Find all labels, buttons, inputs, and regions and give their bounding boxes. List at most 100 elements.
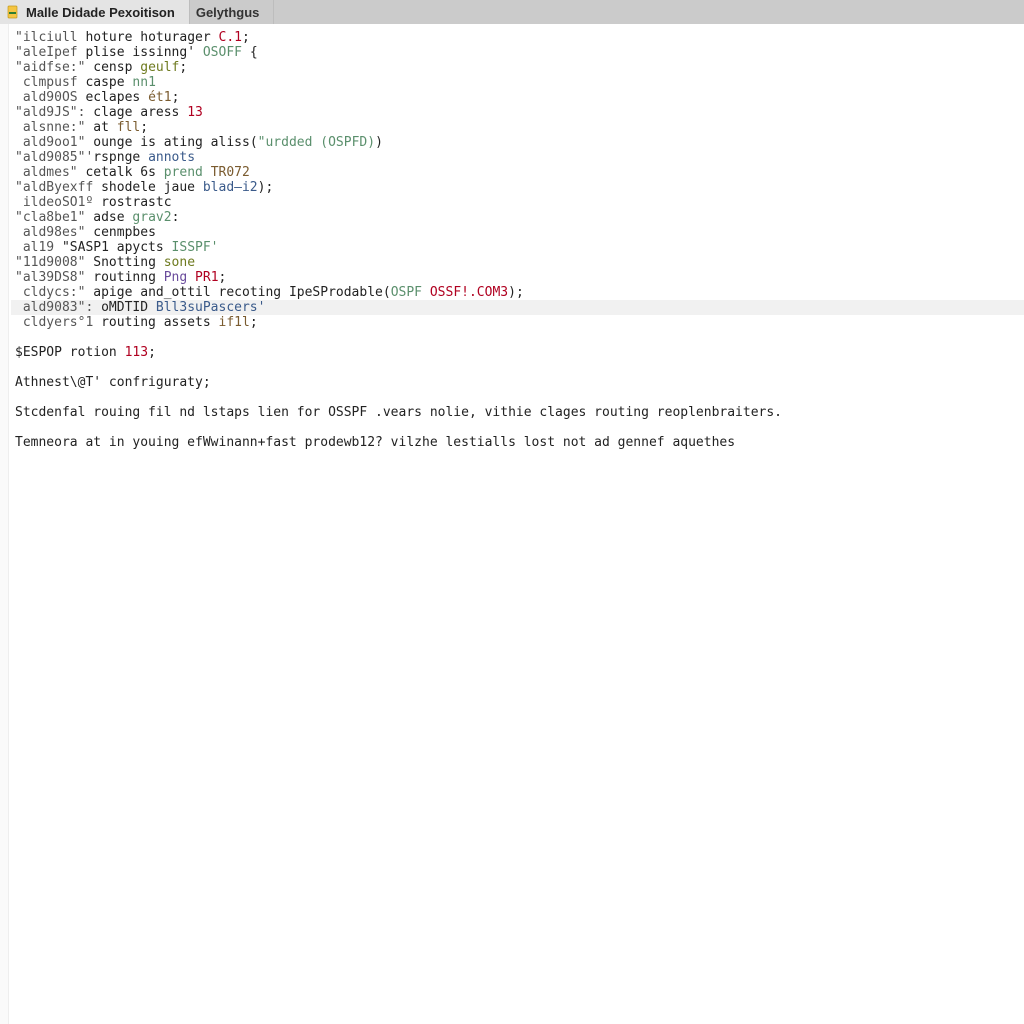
code-token: Athnest\@T' confriguraty; xyxy=(15,375,211,390)
code-token: OSPF xyxy=(391,285,430,300)
code-line-highlighted: ald9083": oMDTID Bll3suPascers' xyxy=(11,300,1024,315)
code-line: ildeoSO1º rostrastc xyxy=(11,195,1024,210)
editor-gutter xyxy=(0,24,9,1024)
code-line: "ilciull hoture hoturager C.1; xyxy=(11,30,1024,45)
code-token: ; xyxy=(219,270,227,285)
code-line: "cla8be1" adse grav2: xyxy=(11,210,1024,225)
code-token: ); xyxy=(258,180,274,195)
code-line: clmpusf caspe nn1 xyxy=(11,75,1024,90)
code-token: Snotting xyxy=(93,255,163,270)
code-token: { xyxy=(242,45,258,60)
code-token: Bll3suPascers' xyxy=(156,300,266,315)
code-token: "aleIpef xyxy=(15,45,85,60)
tab-inactive[interactable]: Gelythgus xyxy=(190,0,275,24)
code-token: cenmpbes xyxy=(93,225,156,240)
code-token: fll xyxy=(117,120,140,135)
code-token: 113 xyxy=(125,345,148,360)
code-token: shodele jaue xyxy=(101,180,203,195)
code-token: grav2 xyxy=(132,210,171,225)
code-text-area[interactable]: "ilciull hoture hoturager C.1;"aleIpef p… xyxy=(9,24,1024,1024)
code-token: ald9083": xyxy=(15,300,101,315)
code-token: cldyers°1 xyxy=(15,315,101,330)
code-token: ildeoSO1º xyxy=(15,195,101,210)
code-token: cetalk 6s xyxy=(85,165,163,180)
code-token: ISSPF' xyxy=(172,240,219,255)
code-token: nn1 xyxy=(132,75,155,90)
code-token: eclapes xyxy=(85,90,148,105)
tab-inactive-label: Gelythgus xyxy=(196,5,260,20)
code-token: C.1 xyxy=(219,30,242,45)
code-config-line: Athnest\@T' confriguraty; xyxy=(11,375,1024,390)
code-token: "ilciull xyxy=(15,30,85,45)
code-token: ald9oo1" xyxy=(15,135,93,150)
tab-active-label: Malle Didade Pexoitison xyxy=(26,5,175,20)
code-paragraph: Stcdenfal rouing fil nd lstaps lien for … xyxy=(11,405,1009,420)
code-token: adse xyxy=(93,210,132,225)
code-token: OSSF!.COM3 xyxy=(430,285,508,300)
code-line: "aleIpef plise issinng' OSOFF { xyxy=(11,45,1024,60)
code-token: $ESPOP rotion xyxy=(15,345,125,360)
code-token: ét1 xyxy=(148,90,171,105)
tab-bar: Malle Didade Pexoitison Gelythgus xyxy=(0,0,1024,25)
code-token: "SASP1 apycts xyxy=(62,240,172,255)
code-line: aldmes" cetalk 6s prend TR072 xyxy=(11,165,1024,180)
code-token: "aldByexff xyxy=(15,180,101,195)
code-token: al19 xyxy=(15,240,62,255)
tab-active[interactable]: Malle Didade Pexoitison xyxy=(0,0,190,24)
code-token: "11d9008" xyxy=(15,255,93,270)
code-token: ); xyxy=(508,285,524,300)
code-line: "ald9JS": clage aress 13 xyxy=(11,105,1024,120)
code-token: PR1 xyxy=(195,270,218,285)
code-token: at xyxy=(93,120,116,135)
code-token: hoture hoturager xyxy=(85,30,218,45)
code-token: clage aress xyxy=(93,105,187,120)
code-token: ald90OS xyxy=(15,90,85,105)
code-token: ; xyxy=(140,120,148,135)
code-paragraph: Temneora at in youing efWwinann+fast pro… xyxy=(11,435,1009,450)
code-token: ; xyxy=(250,315,258,330)
code-line: "aldByexff shodele jaue blad—i2); xyxy=(11,180,1024,195)
code-line: cldyers°1 routing assets if1l; xyxy=(11,315,1024,330)
code-token: cldycs:" xyxy=(15,285,93,300)
code-token: caspe xyxy=(85,75,132,90)
code-token: "urdded (OSPFD) xyxy=(258,135,375,150)
code-token: ; xyxy=(242,30,250,45)
code-token: TR072 xyxy=(211,165,250,180)
code-token: "ald9085"' xyxy=(15,150,93,165)
code-token: ; xyxy=(172,90,180,105)
code-token: if1l xyxy=(219,315,250,330)
code-token: censp xyxy=(93,60,140,75)
code-token: rostrastc xyxy=(101,195,171,210)
code-token: Png xyxy=(164,270,195,285)
code-token: "ald9JS": xyxy=(15,105,93,120)
code-token: geulf xyxy=(140,60,179,75)
code-token: OSOFF xyxy=(203,45,242,60)
code-line: ald9oo1" ounge is ating aliss("urdded (O… xyxy=(11,135,1024,150)
code-token: ; xyxy=(179,60,187,75)
code-token: ; xyxy=(148,345,156,360)
code-token: "aidfse:" xyxy=(15,60,93,75)
code-token: prend xyxy=(164,165,211,180)
code-line: al19 "SASP1 apycts ISSPF' xyxy=(11,240,1024,255)
code-token: "al39DS8" xyxy=(15,270,93,285)
code-token: alsnne:" xyxy=(15,120,93,135)
code-token: rspnge xyxy=(93,150,148,165)
code-token: clmpusf xyxy=(15,75,85,90)
code-token: oMDTID xyxy=(101,300,156,315)
code-token: ald98es" xyxy=(15,225,93,240)
code-line: "aidfse:" censp geulf; xyxy=(11,60,1024,75)
code-token: 13 xyxy=(187,105,203,120)
code-line: "11d9008" Snotting sone xyxy=(11,255,1024,270)
file-icon xyxy=(6,5,20,19)
editor-area: "ilciull hoture hoturager C.1;"aleIpef p… xyxy=(0,24,1024,1024)
code-line: ald90OS eclapes ét1; xyxy=(11,90,1024,105)
code-line: "al39DS8" routinng Png PR1; xyxy=(11,270,1024,285)
code-token: sone xyxy=(164,255,195,270)
code-line: "ald9085"'rspnge annots xyxy=(11,150,1024,165)
code-line: alsnne:" at fll; xyxy=(11,120,1024,135)
code-token: ounge is ating aliss( xyxy=(93,135,257,150)
code-token: ) xyxy=(375,135,383,150)
code-token: aldmes" xyxy=(15,165,85,180)
code-token: plise issinng' xyxy=(85,45,202,60)
code-token: "cla8be1" xyxy=(15,210,93,225)
